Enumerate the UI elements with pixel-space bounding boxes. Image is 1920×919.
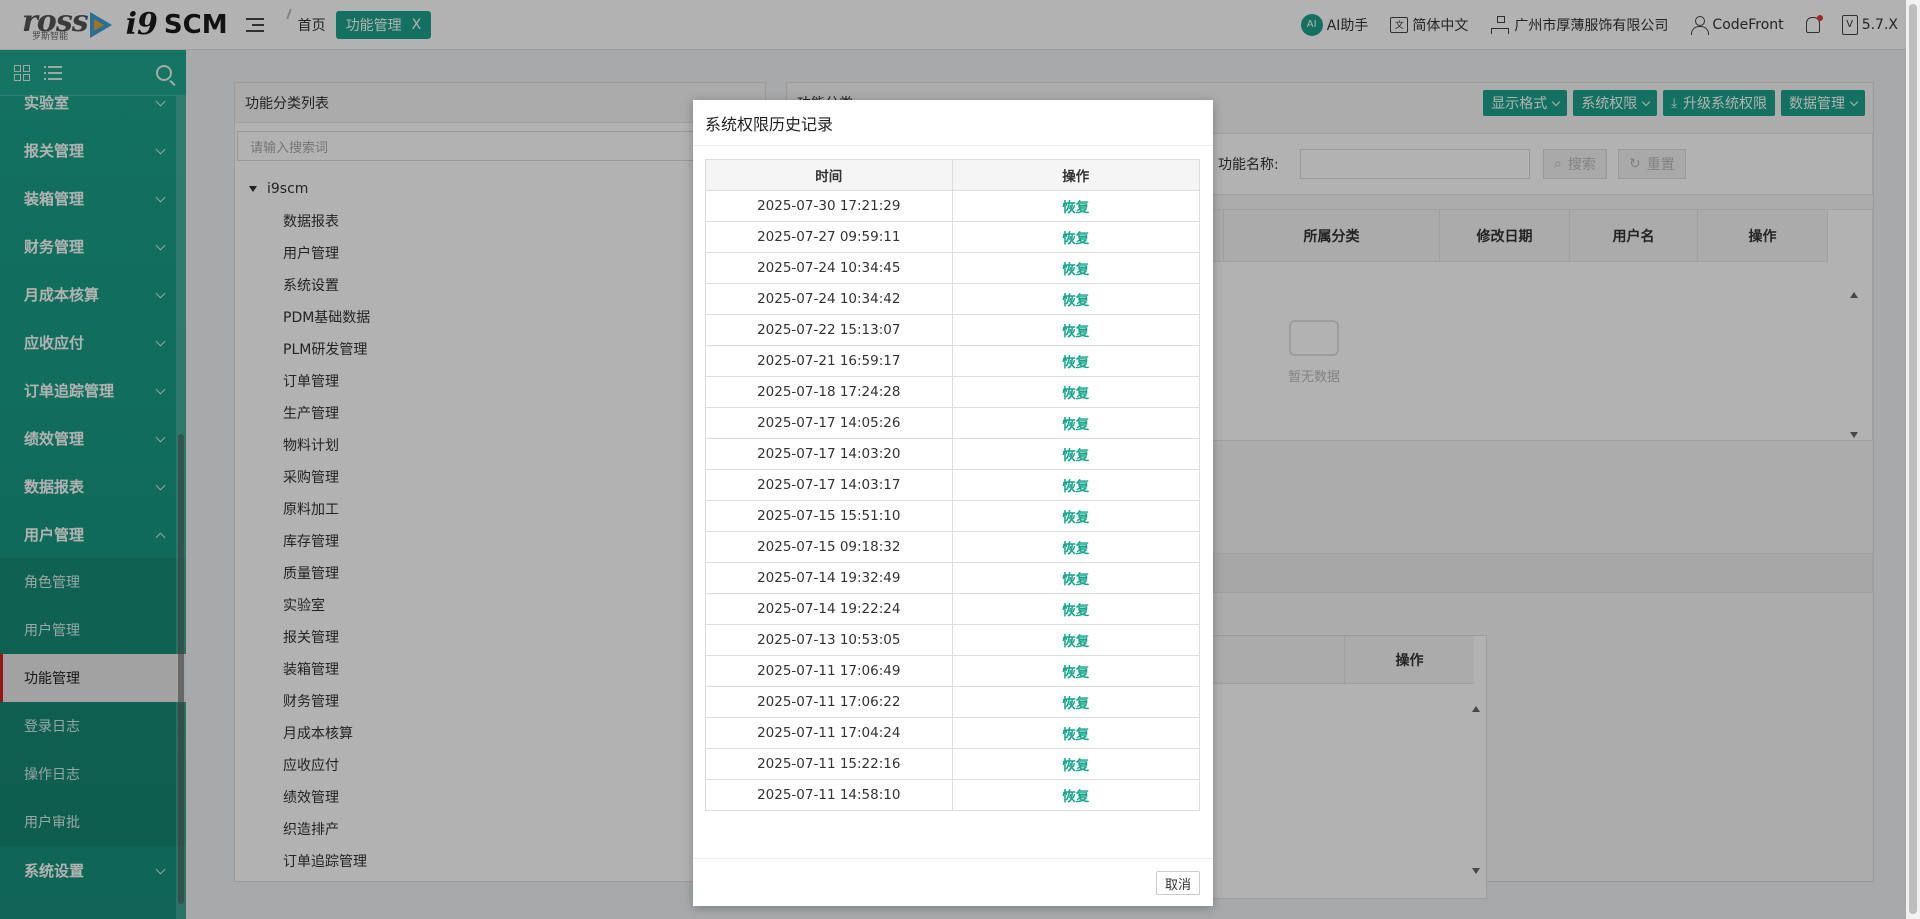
restore-link[interactable]: 恢复	[951, 252, 1201, 284]
restore-link[interactable]: 恢复	[951, 748, 1201, 780]
history-row: 2025-07-11 17:04:24 恢复	[705, 717, 1201, 749]
history-row: 2025-07-11 17:06:49 恢复	[705, 655, 1201, 687]
history-time: 2025-07-22 15:13:07	[705, 314, 953, 346]
modal-footer: 取消	[693, 858, 1213, 906]
history-row: 2025-07-11 17:06:22 恢复	[705, 686, 1201, 718]
restore-link[interactable]: 恢复	[951, 376, 1201, 408]
restore-link[interactable]: 恢复	[951, 562, 1201, 594]
restore-link[interactable]: 恢复	[951, 779, 1201, 811]
restore-link[interactable]: 恢复	[951, 531, 1201, 563]
history-time: 2025-07-14 19:22:24	[705, 593, 953, 625]
history-row: 2025-07-13 10:53:05 恢复	[705, 624, 1201, 656]
page-scrollbar[interactable]	[1906, 0, 1920, 919]
history-row: 2025-07-11 14:58:10 恢复	[705, 779, 1201, 811]
history-time: 2025-07-15 15:51:10	[705, 500, 953, 532]
history-time: 2025-07-24 10:34:45	[705, 252, 953, 284]
history-row: 2025-07-17 14:03:20 恢复	[705, 438, 1201, 470]
restore-link[interactable]: 恢复	[951, 686, 1201, 718]
history-time: 2025-07-11 15:22:16	[705, 748, 953, 780]
column-time: 时间	[705, 159, 953, 191]
column-operation: 操作	[951, 159, 1201, 191]
restore-link[interactable]: 恢复	[951, 593, 1201, 625]
history-table: 时间 操作 2025-07-30 17:21:29 恢复 2025-07-27 09…	[705, 159, 1201, 811]
history-row: 2025-07-27 09:59:11 恢复	[705, 221, 1201, 253]
restore-link[interactable]: 恢复	[951, 314, 1201, 346]
history-time: 2025-07-17 14:03:20	[705, 438, 953, 470]
history-row: 2025-07-24 10:34:45 恢复	[705, 252, 1201, 284]
restore-link[interactable]: 恢复	[951, 717, 1201, 749]
history-row: 2025-07-15 09:18:32 恢复	[705, 531, 1201, 563]
cancel-button[interactable]: 取消	[1155, 871, 1200, 895]
history-time: 2025-07-17 14:05:26	[705, 407, 953, 439]
history-row: 2025-07-18 17:24:28 恢复	[705, 376, 1201, 408]
history-row: 2025-07-14 19:22:24 恢复	[705, 593, 1201, 625]
restore-link[interactable]: 恢复	[951, 283, 1201, 315]
history-row: 2025-07-15 15:51:10 恢复	[705, 500, 1201, 532]
restore-link[interactable]: 恢复	[951, 655, 1201, 687]
history-row: 2025-07-14 19:32:49 恢复	[705, 562, 1201, 594]
history-row: 2025-07-30 17:21:29 恢复	[705, 190, 1201, 222]
history-time: 2025-07-17 14:03:17	[705, 469, 953, 501]
history-row: 2025-07-17 14:03:17 恢复	[705, 469, 1201, 501]
history-time: 2025-07-11 14:58:10	[705, 779, 953, 811]
page-scroll-thumb[interactable]	[1909, 4, 1917, 914]
history-time: 2025-07-15 09:18:32	[705, 531, 953, 563]
restore-link[interactable]: 恢复	[951, 190, 1201, 222]
history-row: 2025-07-17 14:05:26 恢复	[705, 407, 1201, 439]
restore-link[interactable]: 恢复	[951, 469, 1201, 501]
history-time: 2025-07-11 17:06:49	[705, 655, 953, 687]
history-row: 2025-07-22 15:13:07 恢复	[705, 314, 1201, 346]
restore-link[interactable]: 恢复	[951, 407, 1201, 439]
restore-link[interactable]: 恢复	[951, 438, 1201, 470]
history-row: 2025-07-11 15:22:16 恢复	[705, 748, 1201, 780]
restore-link[interactable]: 恢复	[951, 624, 1201, 656]
restore-link[interactable]: 恢复	[951, 221, 1201, 253]
history-time: 2025-07-14 19:32:49	[705, 562, 953, 594]
history-row: 2025-07-21 16:59:17 恢复	[705, 345, 1201, 377]
history-time: 2025-07-27 09:59:11	[705, 221, 953, 253]
history-time: 2025-07-18 17:24:28	[705, 376, 953, 408]
history-time: 2025-07-11 17:06:22	[705, 686, 953, 718]
history-time: 2025-07-11 17:04:24	[705, 717, 953, 749]
history-time: 2025-07-30 17:21:29	[705, 190, 953, 222]
history-header-row: 时间 操作	[705, 159, 1201, 191]
history-time: 2025-07-24 10:34:42	[705, 283, 953, 315]
restore-link[interactable]: 恢复	[951, 345, 1201, 377]
history-row: 2025-07-24 10:34:42 恢复	[705, 283, 1201, 315]
modal-title: 系统权限历史记录	[693, 100, 1213, 146]
history-modal: 系统权限历史记录 时间 操作 2025-07-30 17:21:29 恢复 2025…	[693, 100, 1213, 906]
restore-link[interactable]: 恢复	[951, 500, 1201, 532]
history-time: 2025-07-21 16:59:17	[705, 345, 953, 377]
history-time: 2025-07-13 10:53:05	[705, 624, 953, 656]
